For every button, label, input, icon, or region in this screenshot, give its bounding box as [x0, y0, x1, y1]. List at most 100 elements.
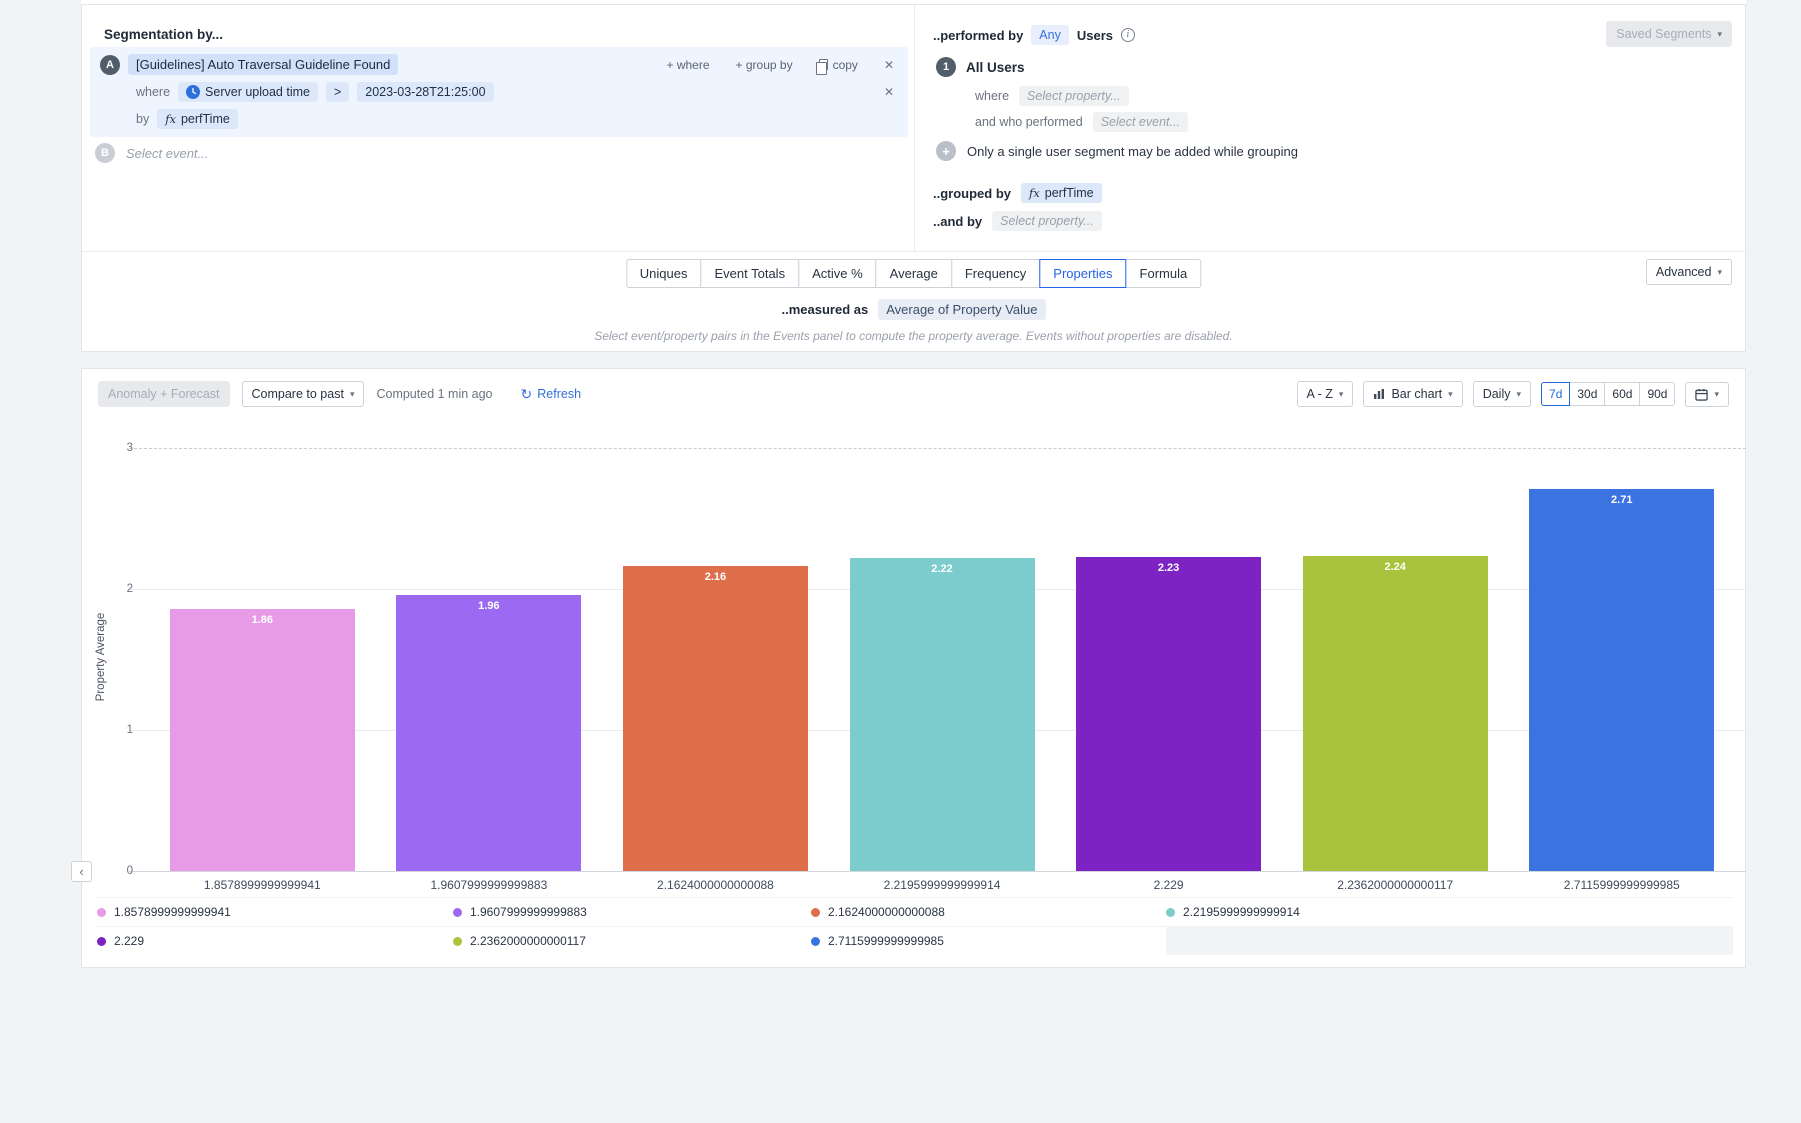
segment-where-placeholder[interactable]: Select property...: [1019, 86, 1129, 106]
measured-as-chip[interactable]: Average of Property Value: [878, 299, 1046, 320]
segment-performed-label: and who performed: [975, 115, 1083, 129]
collapse-panel-button[interactable]: ‹: [71, 861, 92, 882]
calendar-button[interactable]: ▾: [1685, 381, 1729, 407]
legend-label: 2.2195999999999914: [1183, 905, 1300, 919]
event-a-name-chip[interactable]: [Guidelines] Auto Traversal Guideline Fo…: [128, 54, 399, 76]
range-60d-button[interactable]: 60d: [1604, 382, 1641, 406]
anomaly-forecast-button[interactable]: Anomaly + Forecast: [98, 381, 230, 407]
chevron-down-icon: ▾: [1516, 388, 1522, 399]
tab-event-totals[interactable]: Event Totals: [700, 259, 800, 288]
tab-average[interactable]: Average: [875, 259, 952, 288]
legend-item[interactable]: 2.2362000000000117: [453, 926, 811, 955]
x-axis-label: 2.229: [1153, 878, 1184, 892]
add-group-by-button[interactable]: + group by: [736, 58, 793, 72]
chevron-down-icon: ▾: [1717, 266, 1722, 277]
legend-item[interactable]: 1.8578999999999941: [97, 897, 453, 926]
legend-item[interactable]: 2.2195999999999914: [1166, 897, 1733, 926]
fx-icon: fx: [165, 112, 176, 127]
range-30d-button[interactable]: 30d: [1569, 382, 1606, 406]
chart-type-button[interactable]: Bar chart ▾: [1363, 381, 1463, 407]
chart-controls: A - Z ▾ Bar chart ▾ Daily ▾ 7d 30d 60d 9…: [1296, 381, 1729, 407]
remove-event-button[interactable]: ✕: [884, 58, 894, 72]
where-operator-chip[interactable]: >: [325, 81, 350, 102]
segment-number-badge: 1: [936, 57, 956, 77]
measured-as-row: ..measured as Average of Property Value: [82, 299, 1745, 320]
event-b-row[interactable]: B Select event...: [95, 143, 208, 163]
grouped-by-property-label: perfTime: [1044, 186, 1094, 200]
event-b-placeholder: Select event...: [126, 145, 209, 161]
bar-series-7[interactable]: 2.71: [1529, 488, 1715, 871]
bar-series-5[interactable]: 2.23: [1076, 556, 1262, 871]
by-label: by: [136, 112, 150, 127]
and-by-row: ..and by Select property...: [933, 211, 1102, 231]
event-a-block: A [Guidelines] Auto Traversal Guideline …: [90, 47, 908, 137]
legend-swatch: [1166, 907, 1175, 917]
group-by-property-chip[interactable]: fx perfTime: [157, 109, 238, 130]
tab-active-pct[interactable]: Active %: [798, 259, 877, 288]
copy-label: copy: [832, 57, 858, 72]
sort-label: A - Z: [1306, 387, 1333, 401]
chevron-down-icon: ▾: [1448, 388, 1453, 399]
saved-segments-label: Saved Segments: [1616, 27, 1712, 41]
saved-segments-button[interactable]: Saved Segments ▾: [1606, 21, 1732, 47]
range-7d-button[interactable]: 7d: [1541, 382, 1571, 406]
bar-series-1[interactable]: 1.86: [169, 609, 355, 871]
where-property-chip[interactable]: Server upload time: [178, 81, 318, 102]
refresh-button[interactable]: ↻ Refresh: [521, 387, 582, 401]
info-icon[interactable]: i: [1120, 28, 1135, 42]
tab-uniques[interactable]: Uniques: [625, 259, 702, 288]
sort-button[interactable]: A - Z ▾: [1296, 381, 1354, 407]
refresh-icon: ↻: [520, 386, 533, 402]
date-range-group: 7d 30d 60d 90d: [1541, 382, 1676, 406]
legend-swatch: [97, 907, 106, 917]
compare-to-past-button[interactable]: Compare to past ▾: [241, 381, 365, 407]
advanced-button[interactable]: Advanced ▾: [1645, 259, 1732, 285]
y-tick: 2: [126, 583, 133, 595]
x-axis-line: [129, 871, 1746, 872]
add-where-button[interactable]: + where: [667, 58, 710, 72]
copy-event-button[interactable]: copy: [815, 57, 858, 76]
chevron-down-icon: ▾: [1714, 388, 1719, 399]
segment-performed-placeholder[interactable]: Select event...: [1092, 112, 1188, 132]
event-a-badge: A: [100, 54, 120, 75]
grouped-by-property-chip[interactable]: fx perfTime: [1021, 183, 1102, 203]
legend-item[interactable]: 2.229: [97, 926, 453, 955]
grouping-note: Only a single user segment may be added …: [967, 143, 1298, 159]
legend-label: 2.229: [114, 934, 145, 948]
legend-item[interactable]: 2.7115999999999985: [811, 926, 1166, 955]
bar-value-label: 1.86: [251, 614, 273, 627]
measure-note: Select event/property pairs in the Event…: [594, 329, 1233, 343]
panel-divider: [914, 5, 915, 251]
y-axis-title: Property Average: [95, 612, 107, 702]
section-divider: [82, 251, 1745, 252]
bar-series-6[interactable]: 2.24: [1302, 555, 1488, 871]
bar-chart-plot: Property Average 3 2 1 0 1.86 1.96 2.16 …: [95, 442, 1746, 877]
server-upload-time-icon: [186, 84, 201, 99]
tab-formula[interactable]: Formula: [1125, 259, 1202, 288]
performed-by-header: ..performed by Any Users i: [933, 25, 1135, 45]
bar-series-3[interactable]: 2.16: [622, 566, 808, 871]
x-axis-label: 2.2362000000000117: [1337, 878, 1454, 892]
where-value-chip[interactable]: 2023-03-28T21:25:00: [357, 81, 494, 102]
tab-properties[interactable]: Properties: [1039, 259, 1127, 288]
legend-swatch: [811, 936, 820, 946]
range-90d-button[interactable]: 90d: [1639, 382, 1676, 406]
event-a-by-row: by fx perfTime: [100, 108, 898, 131]
legend-label: 1.8578999999999941: [114, 905, 231, 919]
remove-where-button[interactable]: ✕: [884, 85, 898, 99]
and-by-placeholder[interactable]: Select property...: [992, 211, 1102, 231]
performed-by-any-chip[interactable]: Any: [1031, 25, 1069, 45]
bar-value-label: 2.71: [1611, 493, 1633, 506]
chart-card: Anomaly + Forecast Compare to past ▾ Com…: [71, 368, 1746, 968]
tab-frequency[interactable]: Frequency: [950, 259, 1041, 288]
legend-item[interactable]: 1.9607999999999883: [453, 897, 811, 926]
bar-series-4[interactable]: 2.22: [849, 558, 1035, 871]
legend-item[interactable]: 2.1624000000000088: [811, 897, 1166, 926]
chart-toolbar: Anomaly + Forecast Compare to past ▾ Com…: [98, 381, 1729, 407]
segmentation-title: Segmentation by...: [104, 27, 224, 42]
event-b-badge: B: [95, 143, 115, 163]
bar-series-2[interactable]: 1.96: [396, 594, 582, 871]
interval-button[interactable]: Daily ▾: [1472, 381, 1532, 407]
segment-where-label: where: [975, 89, 1010, 103]
computed-status: Computed 1 min ago: [376, 387, 493, 401]
